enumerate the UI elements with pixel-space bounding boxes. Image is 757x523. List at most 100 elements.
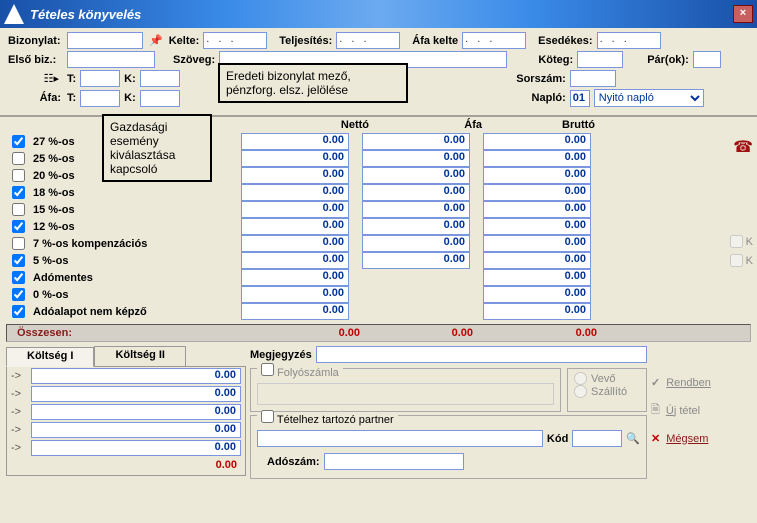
tax-afa[interactable]: 0.00 [362,184,470,201]
tax-brutto[interactable]: 0.00 [483,252,591,269]
tax-checkbox[interactable] [12,169,25,182]
tax-afa[interactable]: 0.00 [362,218,470,235]
pin-icon[interactable]: 📌 [149,34,163,47]
parok-input[interactable] [693,51,721,68]
k-side-2[interactable]: K [730,254,753,267]
tax-netto[interactable]: 0.00 [241,150,349,167]
tax-checkbox[interactable] [12,220,25,233]
tax-label: Adóalapot nem képző [33,306,173,318]
koltseg-arrow[interactable]: -> [11,370,31,382]
afa-k-input[interactable] [140,90,180,107]
koltseg-arrow[interactable]: -> [11,406,31,418]
koltseg-arrow[interactable]: -> [11,424,31,436]
tax-brutto[interactable]: 0.00 [483,218,591,235]
tax-checkbox[interactable] [12,186,25,199]
folyoszamla-checkbox[interactable] [261,363,274,376]
teljesites-input[interactable]: . . . [336,32,400,49]
label-szoveg: Szöveg: [173,54,215,66]
koltseg-value[interactable]: 0.00 [31,404,241,420]
tax-netto[interactable]: 0.00 [241,303,349,320]
tax-brutto[interactable]: 0.00 [483,286,591,303]
koltseg-value[interactable]: 0.00 [31,386,241,402]
tax-checkbox[interactable] [12,203,25,216]
btn-megsem[interactable]: Mégsem [651,432,708,445]
radio-szallito[interactable] [574,385,587,398]
koltseg-arrow[interactable]: -> [11,388,31,400]
total-afa: 0.00 [366,327,479,339]
tax-netto[interactable]: 0.00 [241,269,349,286]
koltseg-value[interactable]: 0.00 [31,440,241,456]
tax-checkbox[interactable] [12,271,25,284]
tax-brutto[interactable]: 0.00 [483,150,591,167]
tax-checkbox[interactable] [12,237,25,250]
tax-brutto[interactable]: 0.00 [483,303,591,320]
kelte-input[interactable]: . . . [203,32,267,49]
tax-netto[interactable]: 0.00 [241,167,349,184]
tax-netto[interactable]: 0.00 [241,286,349,303]
tax-brutto[interactable]: 0.00 [483,184,591,201]
tax-netto[interactable]: 0.00 [241,201,349,218]
tax-netto[interactable]: 0.00 [241,218,349,235]
tax-row: 12 %-os 0.00 0.00 0.00 [6,218,751,235]
tax-afa[interactable]: 0.00 [362,167,470,184]
naplo-select[interactable]: Nyitó napló [594,89,704,107]
naplo-code[interactable] [570,90,590,107]
k-side-1[interactable]: K [730,235,753,248]
tab-koltseg2[interactable]: Költség II [94,346,186,366]
radio-vevo[interactable] [574,372,587,385]
tax-brutto[interactable]: 0.00 [483,133,591,150]
partner-name-input[interactable] [257,430,543,447]
tax-checkbox[interactable] [12,305,25,318]
partner-kod-input[interactable] [572,430,622,447]
sorszam-input[interactable] [570,70,616,87]
tax-afa[interactable]: 0.00 [362,235,470,252]
label-adoszam: Adószám: [267,456,320,468]
koltseg-arrow[interactable]: -> [11,442,31,454]
afa-kelte-input[interactable]: . . . [462,32,526,49]
t1-input[interactable] [80,70,120,87]
label-teljesites: Teljesítés: [279,35,332,47]
tax-checkbox[interactable] [12,288,25,301]
tax-netto[interactable]: 0.00 [241,133,349,150]
close-icon[interactable]: × [733,5,753,23]
tax-brutto[interactable]: 0.00 [483,167,591,184]
tax-afa[interactable]: 0.00 [362,133,470,150]
bizonylat-input[interactable] [67,32,143,49]
partner-checkbox[interactable] [261,410,274,423]
tax-netto[interactable]: 0.00 [241,184,349,201]
tax-afa[interactable]: 0.00 [362,150,470,167]
tree-icon[interactable]: ☷▸ [8,72,63,85]
btn-rendben[interactable]: Rendben [651,376,711,389]
megjegyzes-input[interactable] [316,346,647,363]
label-koteg: Köteg: [517,54,573,66]
lookup-icon[interactable]: 🔍 [626,432,640,445]
esedekes-input[interactable]: . . . [597,32,661,49]
tax-checkbox[interactable] [12,135,25,148]
tax-checkbox[interactable] [12,152,25,165]
tax-netto[interactable]: 0.00 [241,252,349,269]
elso-biz-input[interactable] [67,51,155,68]
tax-afa[interactable]: 0.00 [362,201,470,218]
tax-checkbox[interactable] [12,254,25,267]
phone-icon[interactable]: ☎ [733,137,753,157]
afa-t-input[interactable] [80,90,120,107]
tax-brutto[interactable]: 0.00 [483,201,591,218]
tax-row: 18 %-os0.000.000.00 [6,184,751,201]
tax-brutto[interactable]: 0.00 [483,235,591,252]
label-megjegyzes: Megjegyzés [250,349,312,361]
tax-label: 12 %-os [33,221,173,233]
k1-input[interactable] [140,70,180,87]
label-K: K: [124,73,136,85]
tax-afa[interactable]: 0.00 [362,252,470,269]
koltseg-sum: 0.00 [31,459,241,471]
koltseg-value[interactable]: 0.00 [31,422,241,438]
total-netto: 0.00 [253,327,366,339]
tab-koltseg1[interactable]: Költség I [6,347,94,367]
adoszam-input[interactable] [324,453,464,470]
btn-uj-tetel[interactable]: Új tétel [651,401,700,420]
tax-netto[interactable]: 0.00 [241,235,349,252]
koltseg-value[interactable]: 0.00 [31,368,241,384]
koltseg-panel: ->0.00->0.00->0.00->0.00->0.000.00 [6,366,246,476]
koteg-input[interactable] [577,51,623,68]
tax-brutto[interactable]: 0.00 [483,269,591,286]
